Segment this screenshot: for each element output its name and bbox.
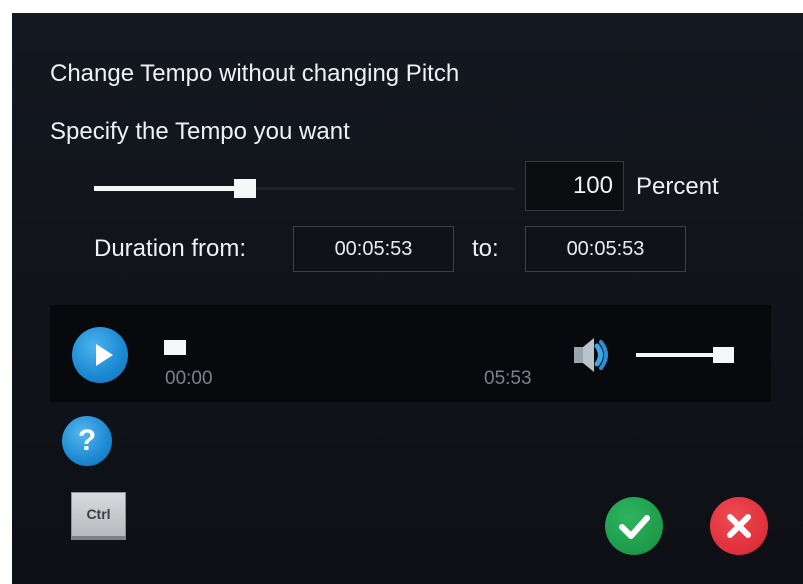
duration-from-input[interactable]: 00:05:53: [293, 226, 454, 272]
play-icon: [96, 344, 113, 366]
volume-slider[interactable]: [636, 345, 736, 365]
dialog-title: Change Tempo without changing Pitch: [50, 60, 460, 87]
tempo-slider-fill: [94, 186, 245, 191]
help-button[interactable]: ?: [62, 416, 112, 466]
cancel-button[interactable]: [710, 497, 768, 555]
tempo-slider[interactable]: [94, 177, 514, 199]
tempo-dialog: Change Tempo without changing Pitch Spec…: [12, 13, 803, 584]
volume-slider-fill: [636, 353, 724, 357]
percent-label: Percent: [636, 173, 719, 200]
play-button[interactable]: [72, 327, 128, 383]
duration-from-label: Duration from:: [94, 235, 247, 262]
tempo-slider-thumb[interactable]: [234, 179, 256, 198]
ctrl-key-button[interactable]: Ctrl: [71, 492, 126, 540]
tempo-percent-input[interactable]: 100: [525, 161, 624, 211]
duration-to-label: to:: [472, 235, 499, 262]
total-time: 05:53: [484, 368, 532, 389]
seek-slider-thumb[interactable]: [164, 340, 186, 355]
speaker-icon[interactable]: [570, 333, 614, 377]
preview-player: 00:00 05:53: [50, 305, 771, 402]
close-icon: [727, 514, 751, 538]
current-time: 00:00: [165, 368, 213, 389]
checkmark-icon: [619, 515, 650, 539]
duration-to-input[interactable]: 00:05:53: [525, 226, 686, 272]
help-icon: ?: [77, 424, 97, 457]
ok-button[interactable]: [605, 497, 663, 555]
dialog-subtitle: Specify the Tempo you want: [50, 118, 350, 145]
volume-slider-thumb[interactable]: [713, 347, 734, 363]
